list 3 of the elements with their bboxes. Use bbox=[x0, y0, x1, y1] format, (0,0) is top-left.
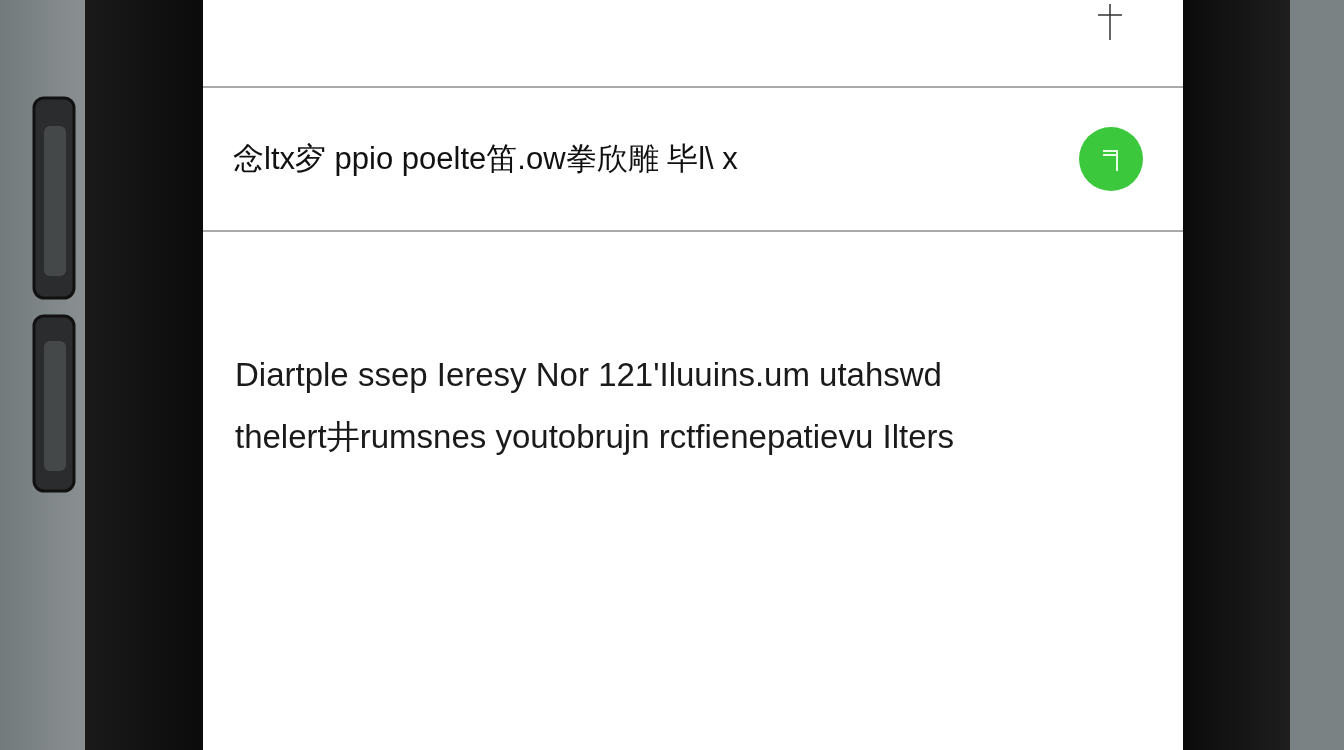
list-item-text[interactable]: 念ltx穸 ppio poelte笛.ow拳欣雕 毕l\ x bbox=[233, 138, 738, 180]
message-text: Diartple ssep Ieresy Nor 121'Iluuins.um utahswd thelert井rumsnes youtobrujn rctfienepatievu Ilters bbox=[235, 355, 955, 457]
add-icon[interactable] bbox=[1098, 4, 1122, 40]
